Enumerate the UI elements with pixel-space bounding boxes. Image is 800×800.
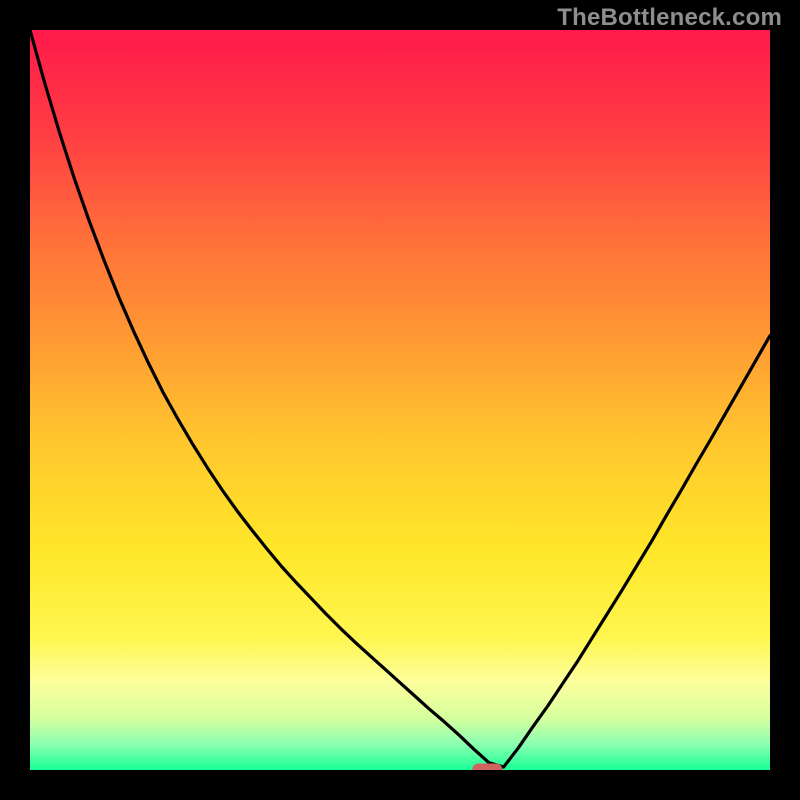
gradient-background <box>30 30 770 770</box>
bottleneck-curve-chart <box>30 30 770 770</box>
plot-area <box>30 30 770 770</box>
chart-frame: TheBottleneck.com <box>0 0 800 800</box>
optimal-marker <box>472 764 502 771</box>
watermark-text: TheBottleneck.com <box>557 4 782 32</box>
